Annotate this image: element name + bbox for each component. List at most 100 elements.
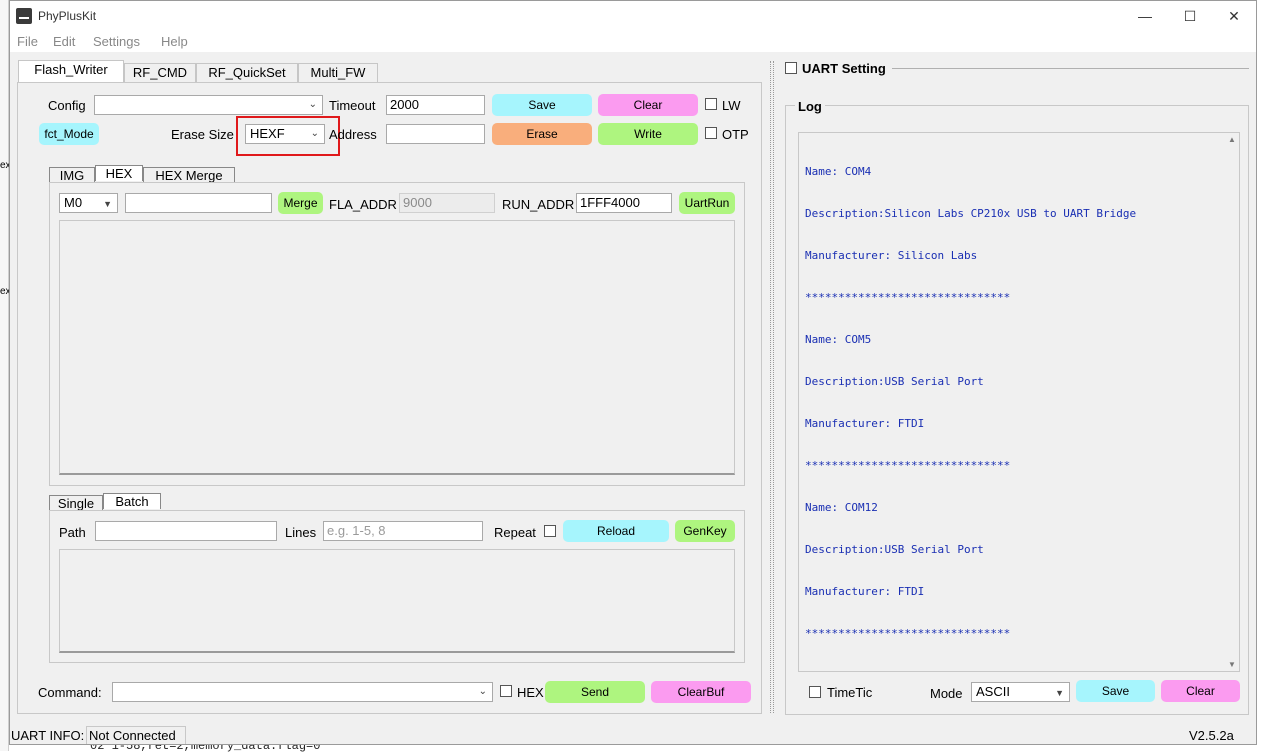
hex-file-input[interactable] <box>125 193 272 213</box>
clearbuf-button[interactable]: ClearBuf <box>651 681 751 703</box>
batch-list[interactable] <box>59 549 735 653</box>
log-line: Name: COM12 <box>805 501 878 514</box>
uart-info-label: UART INFO: <box>11 728 85 743</box>
menu-help[interactable]: Help <box>161 34 188 49</box>
lw-label: LW <box>722 98 741 113</box>
timetic-label: TimeTic <box>827 685 873 700</box>
erase-button[interactable]: Erase <box>492 123 592 145</box>
path-input[interactable] <box>95 521 277 541</box>
mode-label: Mode <box>930 686 963 701</box>
uart-info-box: Not Connected <box>86 726 186 744</box>
triangle-down-icon: ▼ <box>103 199 112 209</box>
timeout-label: Timeout <box>329 98 376 113</box>
config-combo[interactable]: ⌄ <box>94 95 323 115</box>
splitter-handle[interactable] <box>773 61 774 713</box>
uart-setting-checkbox[interactable] <box>785 62 797 74</box>
send-button[interactable]: Send <box>545 681 645 703</box>
hex-label: HEX <box>517 685 544 700</box>
log-line: Name: COM5 <box>805 333 872 346</box>
status-bar: UART INFO: Not Connected V2.5.2a <box>10 723 1256 744</box>
highlight-box <box>236 116 340 156</box>
log-clear-button[interactable]: Clear <box>1161 680 1240 702</box>
address-input[interactable] <box>386 124 485 144</box>
log-save-button[interactable]: Save <box>1076 680 1155 702</box>
maximize-button[interactable]: ☐ <box>1172 5 1208 27</box>
menu-file[interactable]: File <box>17 34 38 49</box>
triangle-down-icon: ▼ <box>1055 688 1064 698</box>
mode-select[interactable]: ASCII ▼ <box>971 682 1070 702</box>
repeat-label: Repeat <box>494 525 536 540</box>
genkey-button[interactable]: GenKey <box>675 520 735 542</box>
menu-edit[interactable]: Edit <box>53 34 75 49</box>
close-button[interactable]: ✕ <box>1216 5 1252 27</box>
flash-writer-panel: Config ⌄ Timeout 2000 Save Clear LW fct_… <box>17 82 762 714</box>
menu-settings[interactable]: Settings <box>93 34 140 49</box>
log-line: Manufacturer: Silicon Labs <box>805 249 978 262</box>
batch-group: Path Lines e.g. 1-5, 8 Repeat Reload Gen… <box>49 510 745 663</box>
log-content: Name: COM4 Description:Silicon Labs CP21… <box>805 137 1136 669</box>
lines-input[interactable]: e.g. 1-5, 8 <box>323 521 483 541</box>
fla-addr-input[interactable]: 9000 <box>399 193 495 213</box>
repeat-checkbox[interactable] <box>544 525 556 537</box>
log-line: ******************************* <box>805 459 1011 472</box>
lw-checkbox[interactable] <box>705 98 717 110</box>
hex-file-list[interactable] <box>59 220 735 475</box>
tab-hex[interactable]: HEX <box>95 165 143 181</box>
tab-img[interactable]: IMG <box>49 167 95 183</box>
minimize-button[interactable]: — <box>1127 5 1163 27</box>
log-scrollbar[interactable]: ▲ ▼ <box>1225 133 1239 671</box>
otp-label: OTP <box>722 127 749 142</box>
tab-single[interactable]: Single <box>49 495 103 511</box>
app-icon <box>16 8 32 24</box>
title-bar[interactable]: PhyPlusKit — ☐ ✕ <box>10 1 1256 32</box>
config-label: Config <box>48 98 86 113</box>
otp-checkbox[interactable] <box>705 127 717 139</box>
timetic-checkbox[interactable] <box>809 686 821 698</box>
write-button[interactable]: Write <box>598 123 698 145</box>
run-addr-input[interactable]: 1FFF4000 <box>576 193 672 213</box>
uart-info-value: Not Connected <box>89 728 176 743</box>
fla-addr-label: FLA_ADDR <box>329 197 397 212</box>
path-label: Path <box>59 525 86 540</box>
chevron-down-icon: ⌄ <box>308 99 317 110</box>
tab-rf-cmd[interactable]: RF_CMD <box>124 63 196 83</box>
reload-button[interactable]: Reload <box>563 520 669 542</box>
log-line: Description:USB Serial Port <box>805 543 984 556</box>
save-button[interactable]: Save <box>492 94 592 116</box>
log-line: Manufacturer: FTDI <box>805 417 925 430</box>
core-value: M0 <box>64 195 83 210</box>
core-select[interactable]: M0 ▼ <box>59 193 118 213</box>
mode-value: ASCII <box>976 684 1010 699</box>
window-title: PhyPlusKit <box>38 9 97 23</box>
hex-checkbox[interactable] <box>500 685 512 697</box>
tab-multi-fw[interactable]: Multi_FW <box>298 63 378 83</box>
scroll-down-icon[interactable]: ▼ <box>1228 660 1236 669</box>
scroll-up-icon[interactable]: ▲ <box>1228 135 1236 144</box>
hex-group: M0 ▼ Merge FLA_ADDR 9000 RUN_ADDR 1FFF40… <box>49 182 745 486</box>
tab-flash-writer[interactable]: Flash_Writer <box>18 60 124 83</box>
clear-button[interactable]: Clear <box>598 94 698 116</box>
lines-label: Lines <box>285 525 317 540</box>
command-combo[interactable]: ⌄ <box>112 682 493 702</box>
fct-mode-button[interactable]: fct_Mode <box>39 123 99 145</box>
splitter-handle[interactable] <box>770 61 771 713</box>
merge-button[interactable]: Merge <box>278 192 323 214</box>
timeout-input[interactable]: 2000 <box>386 95 485 115</box>
app-window: PhyPlusKit — ☐ ✕ File Edit Settings Help… <box>9 0 1257 745</box>
log-view[interactable]: Name: COM4 Description:Silicon Labs CP21… <box>798 132 1240 672</box>
command-label: Command: <box>38 685 102 700</box>
log-line: Description:USB Serial Port <box>805 375 984 388</box>
uart-setting-label: UART Setting <box>802 61 886 76</box>
chevron-down-icon: ⌄ <box>478 686 487 697</box>
log-line: Name: COM4 <box>805 165 872 178</box>
log-group: Log Name: COM4 Description:Silicon Labs … <box>785 99 1249 715</box>
version-label: V2.5.2a <box>1189 728 1234 743</box>
uartrun-button[interactable]: UartRun <box>679 192 735 214</box>
log-title: Log <box>795 99 825 114</box>
background-window-strip: ex ex <box>0 0 11 751</box>
tab-hex-merge[interactable]: HEX Merge <box>143 167 235 183</box>
tab-batch[interactable]: Batch <box>103 493 161 509</box>
erase-size-label: Erase Size <box>171 127 234 142</box>
log-line: Manufacturer: FTDI <box>805 585 925 598</box>
tab-rf-quickset[interactable]: RF_QuickSet <box>196 63 298 83</box>
